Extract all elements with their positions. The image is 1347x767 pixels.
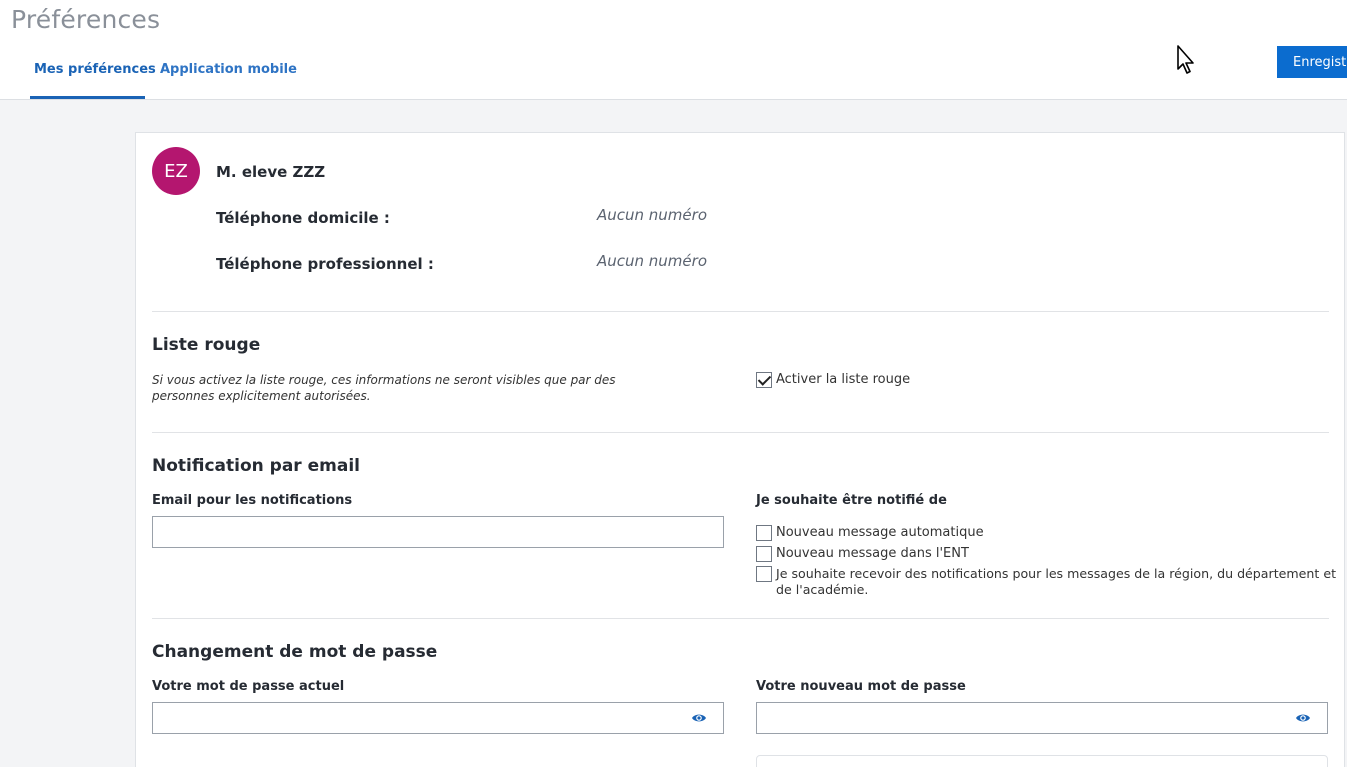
tab-application-mobile[interactable]: Application mobile: [160, 62, 297, 77]
notify-ent-message-checkbox[interactable]: [756, 546, 772, 562]
avatar: EZ: [152, 147, 200, 195]
notify-ent-message-label: Nouveau message dans l'ENT: [776, 546, 969, 561]
page-header: Préférences Mes préférences Application …: [0, 0, 1347, 100]
liste-rouge-checkbox-label: Activer la liste rouge: [776, 372, 911, 387]
notify-label: Je souhaite être notifié de: [756, 493, 947, 508]
divider: [152, 618, 1329, 619]
phone-work-label: Téléphone professionnel :: [216, 255, 434, 273]
page-title: Préférences: [11, 5, 161, 34]
current-password-label: Votre mot de passe actuel: [152, 679, 345, 694]
mouse-cursor-icon: [1177, 45, 1194, 74]
notify-region-label: Je souhaite recevoir des notifications p…: [776, 566, 1337, 597]
liste-rouge-checkbox[interactable]: [756, 372, 772, 388]
new-password-label: Votre nouveau mot de passe: [756, 679, 966, 694]
section-title-liste-rouge: Liste rouge: [152, 335, 261, 355]
current-password-input[interactable]: [152, 702, 724, 734]
eye-icon[interactable]: [1295, 712, 1311, 724]
liste-rouge-help: Si vous activez la liste rouge, ces info…: [152, 373, 616, 403]
notify-option-ent-message[interactable]: Nouveau message dans l'ENT: [756, 546, 1336, 562]
tab-mes-preferences[interactable]: Mes préférences: [34, 62, 156, 77]
notify-region-checkbox[interactable]: [756, 566, 772, 582]
phone-home-label: Téléphone domicile :: [216, 209, 390, 227]
password-rules-box: [756, 755, 1328, 767]
section-title-notification: Notification par email: [152, 456, 360, 476]
email-notifications-label: Email pour les notifications: [152, 493, 353, 508]
notify-option-auto-message[interactable]: Nouveau message automatique: [756, 525, 1336, 541]
active-tab-indicator: [30, 96, 145, 99]
section-title-password: Changement de mot de passe: [152, 642, 438, 662]
user-name: M. eleve ZZZ: [216, 163, 326, 181]
phone-home-value: Aucun numéro: [597, 206, 707, 224]
phone-work-value: Aucun numéro: [597, 252, 707, 270]
save-button[interactable]: Enregistrer: [1277, 46, 1347, 78]
notify-option-region[interactable]: Je souhaite recevoir des notifications p…: [756, 566, 1336, 598]
email-notifications-input[interactable]: [152, 516, 724, 548]
eye-icon[interactable]: [691, 712, 707, 724]
new-password-input[interactable]: [756, 702, 1328, 734]
notify-auto-message-checkbox[interactable]: [756, 525, 772, 541]
divider: [152, 432, 1329, 433]
liste-rouge-option[interactable]: Activer la liste rouge: [756, 372, 1336, 388]
preferences-card: EZ M. eleve ZZZ Téléphone domicile : Auc…: [135, 132, 1345, 767]
divider: [152, 311, 1329, 312]
notify-auto-message-label: Nouveau message automatique: [776, 525, 984, 540]
